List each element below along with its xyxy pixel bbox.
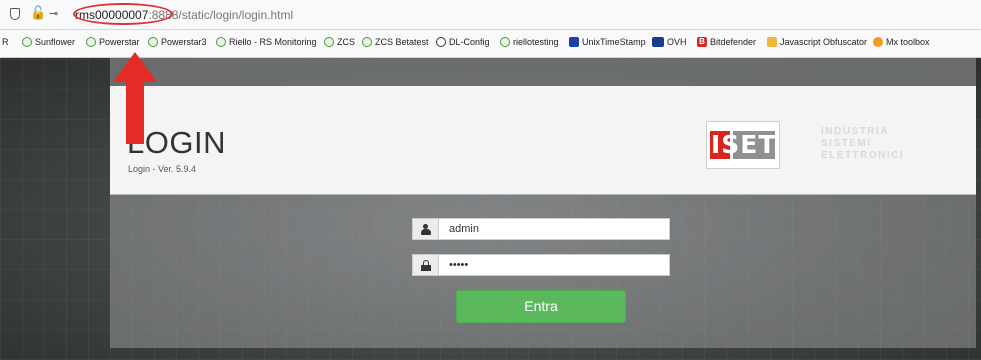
bookmark-unixtimestamp[interactable]: UnixTimeStamp bbox=[569, 37, 646, 47]
bookmark-mx-toolbox[interactable]: Mx toolbox bbox=[873, 37, 930, 47]
username-group: admin bbox=[412, 218, 670, 240]
address-bar[interactable]: 🔓 ⊸ rms00000007:8888/static/login/login.… bbox=[0, 0, 981, 30]
bookmark-bitdefender[interactable]: B Bitdefender bbox=[697, 37, 756, 47]
bookmark-riello-rs-monitoring[interactable]: Riello - RS Monitoring bbox=[216, 37, 317, 47]
bookmark-dl-config[interactable]: DL-Config bbox=[436, 37, 490, 47]
username-input[interactable]: admin bbox=[439, 218, 670, 240]
bookmark-r[interactable]: R bbox=[2, 37, 9, 47]
login-header: LOGIN Login - Ver. 5.9.4 ISET INDUSTRIA … bbox=[110, 86, 976, 195]
green-leaf-icon bbox=[86, 37, 96, 47]
logo-text: ISET bbox=[711, 130, 777, 159]
top-band bbox=[110, 58, 976, 86]
user-addon bbox=[412, 218, 439, 240]
insecure-lock-icon[interactable]: 🔓 bbox=[30, 6, 46, 21]
logo-tagline: INDUSTRIA SISTEMI ELETTRONICI bbox=[821, 126, 905, 161]
mxtoolbox-icon bbox=[873, 37, 883, 47]
ovh-icon bbox=[652, 37, 664, 47]
login-form: admin ••••• Entra bbox=[110, 194, 976, 348]
bookmark-powerstar3[interactable]: Powerstar3 bbox=[148, 37, 207, 47]
bookmark-ovh[interactable]: OVH bbox=[652, 37, 687, 47]
green-leaf-icon bbox=[362, 37, 372, 47]
bookmark-riellotesting[interactable]: riellotesting bbox=[500, 37, 559, 47]
bookmark-sunflower[interactable]: Sunflower bbox=[22, 37, 75, 47]
globe-icon bbox=[436, 37, 446, 47]
green-leaf-icon bbox=[500, 37, 510, 47]
bitdefender-icon: B bbox=[697, 37, 707, 47]
tracking-shield-icon[interactable] bbox=[10, 8, 20, 20]
annotation-arrow-icon bbox=[113, 52, 157, 144]
js-icon bbox=[767, 37, 777, 47]
password-group: ••••• bbox=[412, 254, 670, 276]
login-button[interactable]: Entra bbox=[456, 290, 626, 323]
key-icon[interactable]: ⊸ bbox=[49, 7, 58, 20]
bookmark-zcs-betatest[interactable]: ZCS Betatest bbox=[362, 37, 429, 47]
url-path: /static/login/login.html bbox=[178, 8, 294, 22]
green-leaf-icon bbox=[324, 37, 334, 47]
unix-icon bbox=[569, 37, 579, 47]
version-label: Login - Ver. 5.9.4 bbox=[128, 164, 197, 174]
password-input[interactable]: ••••• bbox=[439, 254, 670, 276]
annotation-arrow-shape bbox=[113, 52, 157, 144]
lock-icon bbox=[420, 259, 431, 271]
annotation-ellipse bbox=[73, 3, 173, 25]
green-leaf-icon bbox=[148, 37, 158, 47]
bookmark-powerstar[interactable]: Powerstar bbox=[86, 37, 140, 47]
iset-logo: ISET bbox=[706, 121, 780, 169]
bookmark-javascript-obfuscator[interactable]: Javascript Obfuscator bbox=[767, 37, 867, 47]
user-icon bbox=[420, 223, 431, 235]
green-leaf-icon bbox=[216, 37, 226, 47]
bookmark-zcs[interactable]: ZCS bbox=[324, 37, 355, 47]
green-leaf-icon bbox=[22, 37, 32, 47]
lock-addon bbox=[412, 254, 439, 276]
